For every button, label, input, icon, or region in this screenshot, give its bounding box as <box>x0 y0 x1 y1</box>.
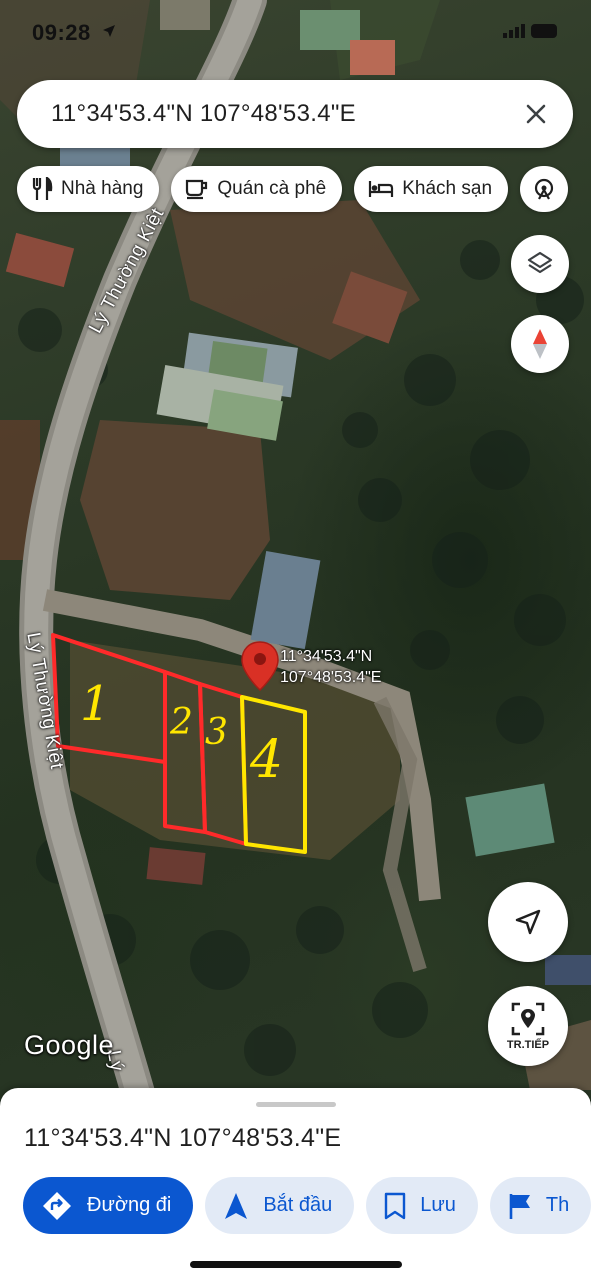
plot-2-number: 2 <box>170 702 193 743</box>
start-button[interactable]: Bắt đầu <box>205 1177 355 1234</box>
hotel-icon <box>369 181 394 197</box>
chip-coffee[interactable]: Quán cà phê <box>171 166 343 212</box>
label-button[interactable]: Th <box>489 1177 591 1234</box>
chip-restaurants[interactable]: Nhà hàng <box>17 166 160 212</box>
plot-1-number: 1 <box>80 676 111 732</box>
action-buttons: Đường đi Bắt đầu Lưu Th <box>23 1177 591 1234</box>
chip-hotels-label: Khách sạn <box>402 178 493 199</box>
attractions-icon <box>534 178 554 200</box>
sheet-drag-handle[interactable] <box>256 1102 336 1107</box>
place-title: 11°34'53.4"N 107°48'53.4"E <box>24 1124 342 1152</box>
compass-button[interactable] <box>511 315 569 373</box>
status-time: 09:28 <box>32 20 91 45</box>
category-chips: Nhà hàng Quán cà phê Khách sạn <box>17 166 569 212</box>
battery-icon <box>531 24 557 38</box>
navigation-arrow-icon <box>225 1192 248 1219</box>
restaurant-icon <box>32 177 53 200</box>
home-indicator <box>190 1261 402 1268</box>
flag-icon <box>509 1193 530 1219</box>
continue-button-label: TR.TIẾP <box>506 1039 550 1051</box>
directions-button[interactable]: Đường đi <box>23 1177 194 1234</box>
save-button[interactable]: Lưu <box>366 1177 478 1234</box>
bookmark-icon <box>385 1192 406 1219</box>
pin-coordinates-label: 11°34'53.4"N 107°48'53.4"E <box>280 646 381 688</box>
search-query[interactable]: 11°34'53.4"N 107°48'53.4"E <box>51 100 519 128</box>
place-bottom-sheet[interactable]: 11°34'53.4"N 107°48'53.4"E Đường đi Bắt … <box>0 1088 591 1280</box>
pin-label-longitude: 107°48'53.4"E <box>280 669 382 686</box>
status-indicators <box>503 24 557 38</box>
clear-search-button[interactable] <box>519 97 553 131</box>
my-location-icon <box>515 909 541 935</box>
start-label: Bắt đầu <box>263 1194 333 1216</box>
pin-label-latitude: 11°34'53.4"N <box>280 648 373 665</box>
google-attribution: Google <box>24 1030 115 1060</box>
plot-4-number: 4 <box>250 730 284 790</box>
plot-3-number: 3 <box>205 712 228 753</box>
label-button-text: Th <box>545 1194 570 1216</box>
chip-restaurants-label: Nhà hàng <box>61 178 144 199</box>
coffee-icon <box>186 179 208 200</box>
chip-attractions[interactable] <box>520 166 569 212</box>
location-arrow-icon <box>103 25 115 37</box>
directions-label: Đường đi <box>87 1194 172 1216</box>
plot-3-outline <box>198 682 248 846</box>
my-location-button[interactable] <box>488 882 568 962</box>
search-bar[interactable]: 11°34'53.4"N 107°48'53.4"E <box>17 80 573 148</box>
close-icon <box>526 104 546 124</box>
layers-button[interactable] <box>511 235 569 293</box>
navigation-frame-icon <box>511 1002 545 1036</box>
compass-icon <box>533 329 547 359</box>
directions-icon <box>43 1191 71 1220</box>
chip-coffee-label: Quán cà phê <box>217 178 327 199</box>
continue-button[interactable]: TR.TIẾP <box>488 986 568 1066</box>
save-label: Lưu <box>420 1194 456 1216</box>
layers-icon <box>527 251 553 274</box>
location-pin-icon[interactable] <box>240 640 280 692</box>
chip-hotels[interactable]: Khách sạn <box>354 166 509 212</box>
signal-icon <box>503 24 525 38</box>
